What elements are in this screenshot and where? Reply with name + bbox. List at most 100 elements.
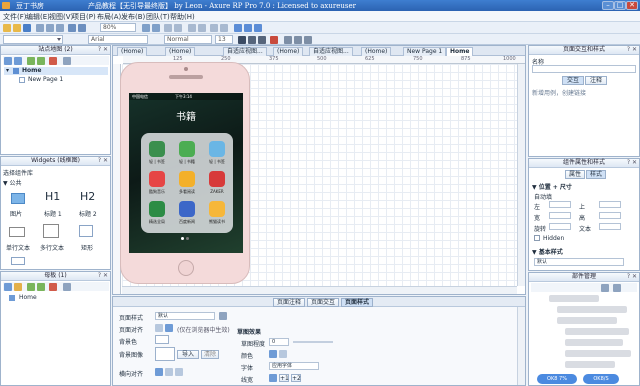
panel-controls-icon[interactable]: ? ✕ [627, 159, 637, 167]
vertical-scrollbar[interactable] [517, 64, 525, 286]
move-up-icon[interactable] [27, 57, 35, 65]
app-icon-3[interactable] [209, 141, 225, 157]
move-down-icon[interactable] [37, 283, 45, 291]
blurred-row[interactable] [565, 361, 615, 368]
italic-icon[interactable] [248, 36, 256, 44]
top-input[interactable] [599, 201, 621, 208]
panel-controls-icon[interactable]: ? ✕ [627, 46, 637, 54]
tab-home-1[interactable]: (Home) [117, 47, 148, 56]
iphone-mockup[interactable]: 中国电信 下午3:14 书籍 轻 | 书签 轻 | 书籍 轻 | 书签 酷狗音乐… [120, 62, 250, 284]
home-button[interactable] [178, 260, 194, 276]
tab-home-3[interactable]: (Home) [273, 47, 304, 56]
email-widget-icon[interactable] [11, 257, 25, 265]
distribute-icon[interactable] [220, 24, 228, 32]
zoom-select[interactable]: 80% [100, 23, 136, 32]
tab-page-interactions[interactable]: 页面交互 [307, 298, 339, 307]
blurred-row[interactable] [557, 306, 627, 313]
menu-publish[interactable]: 发布(B) [121, 12, 145, 22]
rectangle-widget-icon[interactable] [79, 225, 93, 237]
font-color-icon[interactable] [270, 36, 278, 44]
interaction-hint[interactable]: 新增用例，创建链接 [532, 88, 586, 97]
publish-icon[interactable] [254, 24, 262, 32]
line-plus1-button[interactable]: +1 [279, 374, 289, 382]
delete-page-icon[interactable] [49, 57, 57, 65]
panel-controls-icon[interactable]: ? ✕ [98, 272, 108, 280]
preview-icon[interactable] [234, 24, 242, 32]
underline-icon[interactable] [258, 36, 266, 44]
add-master-icon[interactable] [4, 283, 12, 291]
heading1-widget-icon[interactable]: H1 [45, 190, 60, 203]
bw-mode-icon[interactable] [279, 350, 287, 358]
status-button-2[interactable]: OK8/S [583, 374, 619, 384]
master-item-home[interactable]: Home [7, 294, 107, 302]
align-center-icon[interactable] [294, 36, 302, 44]
tab-interactions[interactable]: 交互 [562, 76, 584, 85]
add-folder-icon[interactable] [14, 283, 22, 291]
widget-category[interactable]: ▼ 公共 [3, 178, 22, 187]
delete-master-icon[interactable] [49, 283, 57, 291]
textfield-widget-icon[interactable] [9, 227, 25, 237]
new-icon[interactable] [3, 24, 11, 32]
close-button[interactable]: ✕ [626, 1, 638, 10]
select-mode-icon[interactable] [142, 24, 150, 32]
align-left-page-icon[interactable] [155, 324, 163, 332]
horizontal-scrollbar[interactable] [122, 286, 517, 294]
search-icon[interactable] [63, 57, 71, 65]
align-center-page-icon[interactable] [165, 324, 173, 332]
add-page-icon[interactable] [4, 57, 12, 65]
app-icon-8[interactable] [179, 201, 195, 217]
menu-file[interactable]: 文件(F) [3, 12, 27, 22]
menu-layout[interactable]: 布局(A) [97, 12, 121, 22]
menu-team[interactable]: 团队(T) [146, 12, 170, 22]
maximize-button[interactable]: □ [614, 1, 626, 10]
cut-icon[interactable] [36, 24, 44, 32]
bg-color-picker[interactable] [155, 335, 169, 344]
save-icon[interactable] [23, 24, 31, 32]
heading2-widget-icon[interactable]: H2 [80, 190, 95, 203]
import-button[interactable]: 导入 [177, 350, 199, 359]
app-icon-7[interactable] [149, 201, 165, 217]
tab-notes[interactable]: 注释 [585, 76, 607, 85]
align-icon[interactable] [210, 24, 218, 32]
tab-style[interactable]: 样式 [586, 170, 606, 179]
filter-icon[interactable] [601, 284, 609, 292]
edit-style-icon[interactable] [219, 312, 227, 320]
menu-view[interactable]: 视图(V) [49, 12, 73, 22]
ungroup-icon[interactable] [174, 24, 182, 32]
line-plus2-button[interactable]: +2 [291, 374, 301, 382]
bold-icon[interactable] [238, 36, 246, 44]
tab-properties[interactable]: 属性 [565, 170, 585, 179]
h-align-left-icon[interactable] [155, 368, 163, 376]
sketch-level-input[interactable]: 0 [269, 338, 289, 346]
h-align-center-icon[interactable] [165, 368, 173, 376]
blurred-row[interactable] [565, 328, 629, 335]
name-input[interactable] [532, 65, 636, 73]
tab-home-2[interactable]: (Home) [165, 47, 196, 56]
status-button-1[interactable]: OK8 7% [537, 374, 577, 384]
app-icon-5[interactable] [179, 171, 195, 187]
bring-front-icon[interactable] [188, 24, 196, 32]
tab-page-style[interactable]: 页面样式 [341, 298, 373, 307]
minimize-button[interactable]: – [602, 1, 614, 10]
copy-icon[interactable] [46, 24, 54, 32]
align-right-icon[interactable] [304, 36, 312, 44]
bg-image-preview[interactable] [155, 347, 175, 361]
menu-edit[interactable]: 编辑(E) [26, 12, 50, 22]
blurred-row[interactable] [565, 350, 631, 357]
menu-help[interactable]: 帮助(H) [170, 12, 195, 22]
sitemap-item-new-page-1[interactable]: New Page 1 [4, 76, 108, 84]
page-style-select[interactable]: 默认 [155, 312, 215, 320]
blurred-row[interactable] [549, 295, 599, 302]
group-icon[interactable] [164, 24, 172, 32]
font-select[interactable]: Arial [88, 35, 148, 44]
tab-adaptive-1[interactable]: 自适应视图... [223, 47, 267, 56]
tab-home-active[interactable]: Home [446, 47, 474, 56]
app-icon-2[interactable] [179, 141, 195, 157]
font-size-select[interactable]: 13 [215, 35, 233, 44]
style-default-select[interactable]: 默认 [534, 258, 624, 266]
sketch-slider[interactable] [293, 341, 333, 343]
basic-style-section[interactable]: ▼ 基本样式 [532, 247, 563, 256]
widget-library-select[interactable]: 选择组件库 [3, 168, 33, 177]
blurred-row[interactable] [565, 339, 623, 346]
tab-page-notes[interactable]: 页面注释 [273, 298, 305, 307]
